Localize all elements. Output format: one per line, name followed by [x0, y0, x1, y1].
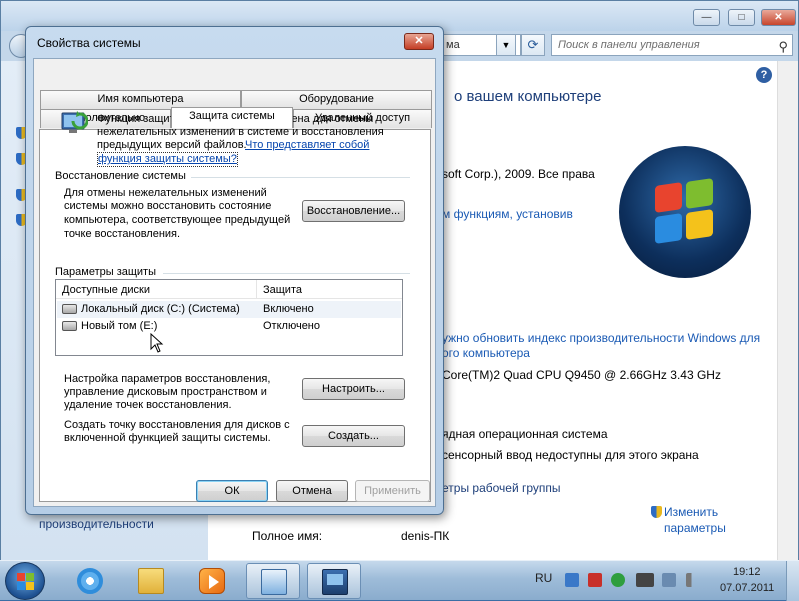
- disk-status: Отключено: [263, 320, 320, 332]
- intro-line-3: предыдущих версий файлов.: [97, 139, 247, 151]
- internet-explorer-icon: [77, 568, 103, 594]
- system-properties-dialog: Свойства системы ✕ Имя компьютера Оборуд…: [25, 26, 444, 515]
- taskbar: RU 19:12 07.07.2011: [0, 560, 799, 601]
- vertical-scrollbar[interactable]: [777, 61, 798, 561]
- taskbar-explorer[interactable]: [124, 563, 178, 599]
- page-heading: о вашем компьютере: [454, 88, 602, 105]
- minimize-button[interactable]: —: [693, 9, 720, 26]
- what-is-protection-link-cont[interactable]: функция защиты системы?: [97, 152, 238, 167]
- cancel-button[interactable]: Отмена: [276, 480, 348, 502]
- taskbar-control-panel[interactable]: [246, 563, 300, 599]
- volume-icon[interactable]: [686, 573, 700, 587]
- dialog-close-button[interactable]: ✕: [404, 33, 434, 50]
- taskbar-ie[interactable]: [63, 563, 117, 599]
- drive-icon: [62, 321, 77, 331]
- disk-list[interactable]: Доступные диски Защита Локальный диск (C…: [55, 279, 403, 356]
- what-is-protection-link[interactable]: Что представляет собой: [245, 139, 369, 152]
- mouse-cursor-icon: [150, 333, 164, 353]
- restore-desc-1: Для отмены нежелательных изменений: [64, 187, 267, 199]
- close-button[interactable]: ✕: [761, 9, 796, 26]
- help-icon[interactable]: ?: [756, 67, 772, 83]
- copyright-text: soft Corp.), 2009. Все права: [442, 167, 595, 181]
- group-divider: [163, 273, 410, 274]
- processor-value: Core(TM)2 Quad CPU Q9450 @ 2.66GHz 3.43 …: [442, 368, 721, 382]
- taskbar-system-properties[interactable]: [307, 563, 361, 599]
- workgroup-heading: етры рабочей группы: [442, 481, 561, 495]
- clock-time[interactable]: 19:12: [733, 566, 761, 578]
- show-desktop-button[interactable]: [786, 561, 799, 601]
- shield-icon: [651, 506, 662, 518]
- performance-link[interactable]: производительности: [39, 517, 154, 531]
- maximize-button[interactable]: □: [728, 9, 755, 26]
- search-input[interactable]: Поиск в панели управления ⚲: [551, 34, 793, 56]
- network-status-icon[interactable]: [662, 573, 676, 587]
- full-name-label: Полное имя:: [252, 529, 323, 543]
- network-icon[interactable]: [565, 573, 579, 587]
- config-desc-2: управление дисковым пространством и: [64, 386, 267, 398]
- disk-row[interactable]: Новый том (E:) Отключено: [57, 318, 401, 335]
- system-tray: [560, 571, 710, 591]
- search-placeholder: Поиск в панели управления: [558, 39, 700, 51]
- system-properties-icon: [322, 569, 348, 595]
- configure-button[interactable]: Настроить...: [302, 378, 405, 400]
- taskbar-media-player[interactable]: [185, 563, 239, 599]
- group-divider: [191, 177, 410, 178]
- config-desc-1: Настройка параметров восстановления,: [64, 373, 271, 385]
- system-drive-icon: [62, 304, 77, 314]
- column-separator: [256, 280, 257, 299]
- ok-button[interactable]: ОК: [196, 480, 268, 502]
- create-desc-2: включенной функцией защиты системы.: [64, 432, 271, 444]
- system-type-value: ядная операционная система: [442, 427, 608, 441]
- disk-name: Локальный диск (C:) (Система): [81, 303, 240, 315]
- action-center-icon[interactable]: [588, 573, 602, 587]
- change-settings-link[interactable]: Изменить: [664, 505, 718, 519]
- media-player-icon: [199, 568, 225, 594]
- protection-section-label: Параметры защиты: [55, 266, 156, 278]
- search-icon: ⚲: [778, 39, 788, 54]
- disk-name: Новый том (E:): [81, 320, 158, 332]
- security-icon[interactable]: [611, 573, 625, 587]
- system-restore-button[interactable]: Восстановление...: [302, 200, 405, 222]
- pen-touch-value: сенсорный ввод недоступны для этого экра…: [442, 448, 699, 462]
- tab-system-protection[interactable]: Защита системы: [171, 107, 293, 128]
- language-indicator[interactable]: RU: [535, 571, 552, 585]
- column-available-drives[interactable]: Доступные диски: [62, 284, 150, 297]
- disk-status: Включено: [263, 303, 314, 315]
- disk-list-header: Доступные диски Защита: [56, 280, 402, 299]
- restore-desc-3: компьютера, соответствующее предыдущей: [64, 214, 291, 226]
- vm-icon[interactable]: [636, 573, 654, 587]
- create-restore-point-button[interactable]: Создать...: [302, 425, 405, 447]
- disk-row[interactable]: Локальный диск (C:) (Система) Включено: [57, 301, 401, 318]
- address-dropdown-arrow[interactable]: ▼: [496, 34, 516, 56]
- features-link[interactable]: м функциям, установив: [442, 207, 573, 221]
- folder-icon: [138, 568, 164, 594]
- config-desc-3: удаление точек восстановления.: [64, 399, 232, 411]
- refresh-icon[interactable]: ⟳: [521, 34, 545, 56]
- full-name-value: denis-ПК: [401, 529, 450, 543]
- system-protection-icon: [61, 111, 88, 133]
- address-text: ма: [446, 39, 460, 51]
- perf-index-link-cont[interactable]: ого компьютера: [442, 346, 530, 360]
- perf-index-link[interactable]: ужно обновить индекс производительности …: [442, 331, 760, 345]
- windows-logo-icon: [619, 146, 751, 278]
- clock-date[interactable]: 07.07.2011: [720, 582, 774, 594]
- start-button[interactable]: [5, 562, 45, 600]
- dialog-title: Свойства системы: [37, 36, 141, 50]
- create-desc-1: Создать точку восстановления для дисков …: [64, 419, 290, 431]
- apply-button[interactable]: Применить: [355, 480, 430, 502]
- restore-desc-4: точке восстановления.: [64, 228, 181, 240]
- control-panel-icon: [261, 569, 287, 595]
- restore-section-label: Восстановление системы: [55, 170, 186, 182]
- restore-desc-2: системы можно восстановить состояние: [64, 200, 272, 212]
- change-settings-link-cont[interactable]: параметры: [664, 521, 726, 535]
- column-protection[interactable]: Защита: [263, 284, 302, 297]
